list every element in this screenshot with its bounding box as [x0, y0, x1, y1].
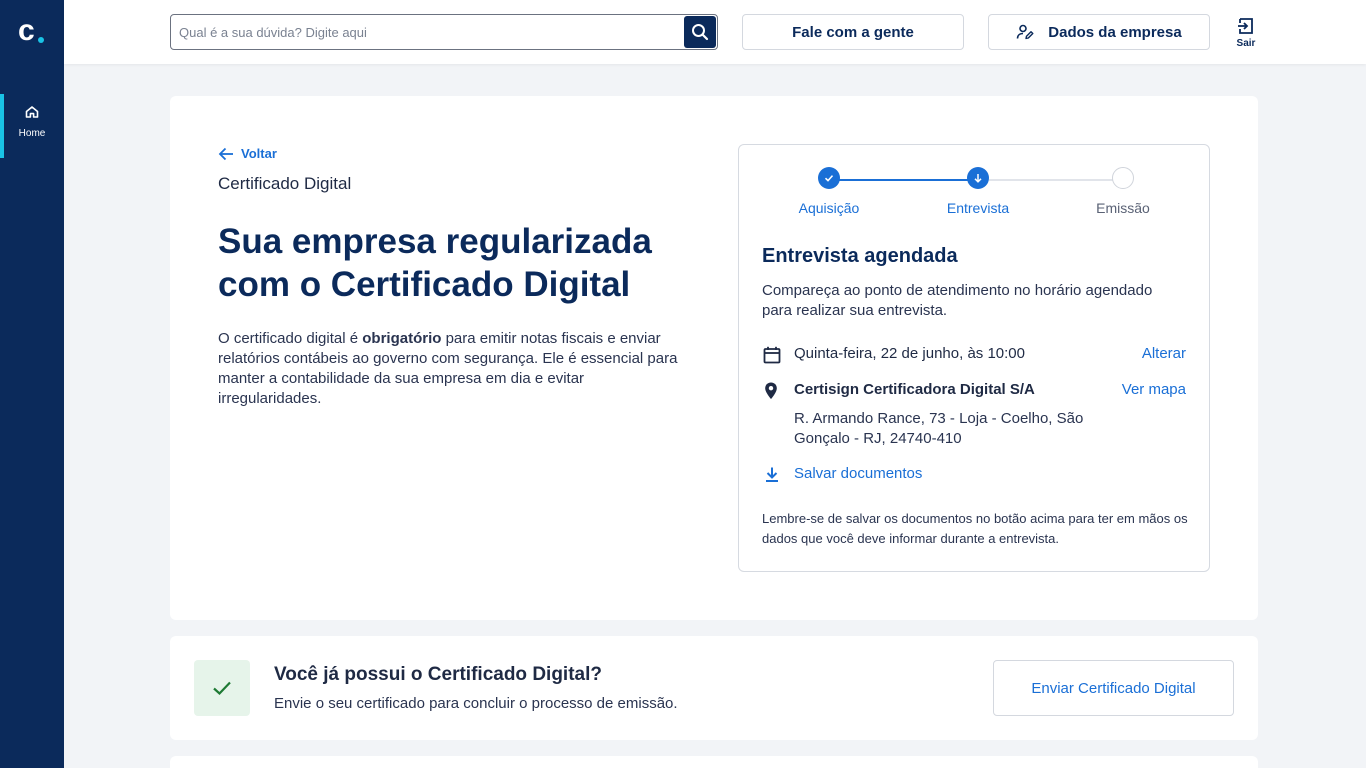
- download-icon: [762, 465, 782, 490]
- search-icon: [690, 22, 710, 42]
- step-label: Emissão: [1096, 200, 1150, 216]
- search-input[interactable]: [171, 15, 683, 49]
- description-text: O certificado digital é: [218, 330, 363, 347]
- upload-card-subtitle: Envie o seu certificado para concluir o …: [274, 695, 678, 712]
- check-icon: [194, 660, 250, 716]
- page-section-title: Certificado Digital: [218, 174, 352, 193]
- search-box: [170, 14, 718, 50]
- save-documents-label: Salvar documentos: [794, 465, 923, 482]
- stepper-line-pending: [989, 179, 1123, 181]
- company-data-button[interactable]: Dados da empresa: [988, 14, 1210, 50]
- view-map-link[interactable]: Ver mapa: [1122, 381, 1186, 398]
- logout-label: Sair: [1236, 38, 1256, 49]
- logout-button[interactable]: Sair: [1230, 14, 1262, 54]
- appointment-date-row: Quinta-feira, 22 de junho, às 10:00 Alte…: [762, 345, 1186, 365]
- sidebar-item-home[interactable]: Home: [0, 94, 64, 158]
- place-name: Certisign Certificadora Digital S/A: [794, 381, 1035, 398]
- logo-letter: c: [18, 14, 35, 47]
- contact-button-label: Fale com a gente: [792, 23, 914, 41]
- certificate-card: Voltar Certificado Digital Sua empresa r…: [170, 96, 1258, 620]
- next-card: [170, 756, 1258, 768]
- top-bar: Fale com a gente Dados da empresa Sair: [64, 0, 1366, 64]
- logo-dot: [38, 37, 44, 43]
- brand-logo[interactable]: c: [18, 16, 48, 46]
- home-icon: [24, 104, 40, 120]
- page-description: O certificado digital é obrigatório para…: [218, 329, 688, 409]
- place-name-text: Certisign Certificadora Digital S/A: [794, 381, 1035, 398]
- sidebar: c Home: [0, 0, 64, 768]
- change-date-link[interactable]: Alterar: [1142, 345, 1186, 362]
- appointment-date: Quinta-feira, 22 de junho, às 10:00: [794, 345, 1025, 362]
- sidebar-item-label: Home: [18, 128, 46, 139]
- contact-button[interactable]: Fale com a gente: [742, 14, 964, 50]
- step-label: Entrevista: [946, 200, 1010, 216]
- search-button[interactable]: [684, 16, 716, 48]
- company-data-label: Dados da empresa: [1048, 23, 1182, 41]
- user-edit-icon: [1016, 23, 1034, 41]
- place-address: R. Armando Rance, 73 - Loja - Coelho, Sã…: [794, 410, 1084, 447]
- upload-card-title: Você já possui o Certificado Digital?: [274, 664, 602, 685]
- save-documents-link[interactable]: Salvar documentos: [762, 465, 1186, 485]
- arrow-down-icon: [967, 167, 989, 189]
- back-link[interactable]: Voltar: [218, 146, 277, 161]
- active-indicator: [0, 94, 4, 158]
- location-pin-icon: [762, 381, 780, 406]
- check-icon: [818, 167, 840, 189]
- back-label: Voltar: [241, 146, 277, 161]
- calendar-icon: [762, 345, 782, 370]
- arrow-left-icon: [218, 147, 234, 161]
- send-certificate-label: Enviar Certificado Digital: [1031, 679, 1196, 697]
- stepper-line-done: [839, 179, 979, 181]
- send-certificate-button[interactable]: Enviar Certificado Digital: [993, 660, 1234, 716]
- step-pending-circle: [1112, 167, 1134, 189]
- appointment-place-row: Certisign Certificadora Digital S/A Ver …: [762, 381, 1186, 451]
- step-label: Aquisição: [798, 200, 860, 216]
- appointment-panel: Aquisição Entrevista Emissão Entrevista …: [738, 144, 1210, 572]
- description-emphasis: obrigatório: [362, 330, 442, 347]
- appointment-subtitle: Compareça ao ponto de atendimento no hor…: [762, 282, 1153, 319]
- page-title: Sua empresa regularizada com o Certifica…: [218, 222, 652, 304]
- appointment-title: Entrevista agendada: [762, 245, 958, 267]
- upload-certificate-card: Você já possui o Certificado Digital? En…: [170, 636, 1258, 740]
- appointment-note: Lembre-se de salvar os documentos no bot…: [762, 511, 1188, 546]
